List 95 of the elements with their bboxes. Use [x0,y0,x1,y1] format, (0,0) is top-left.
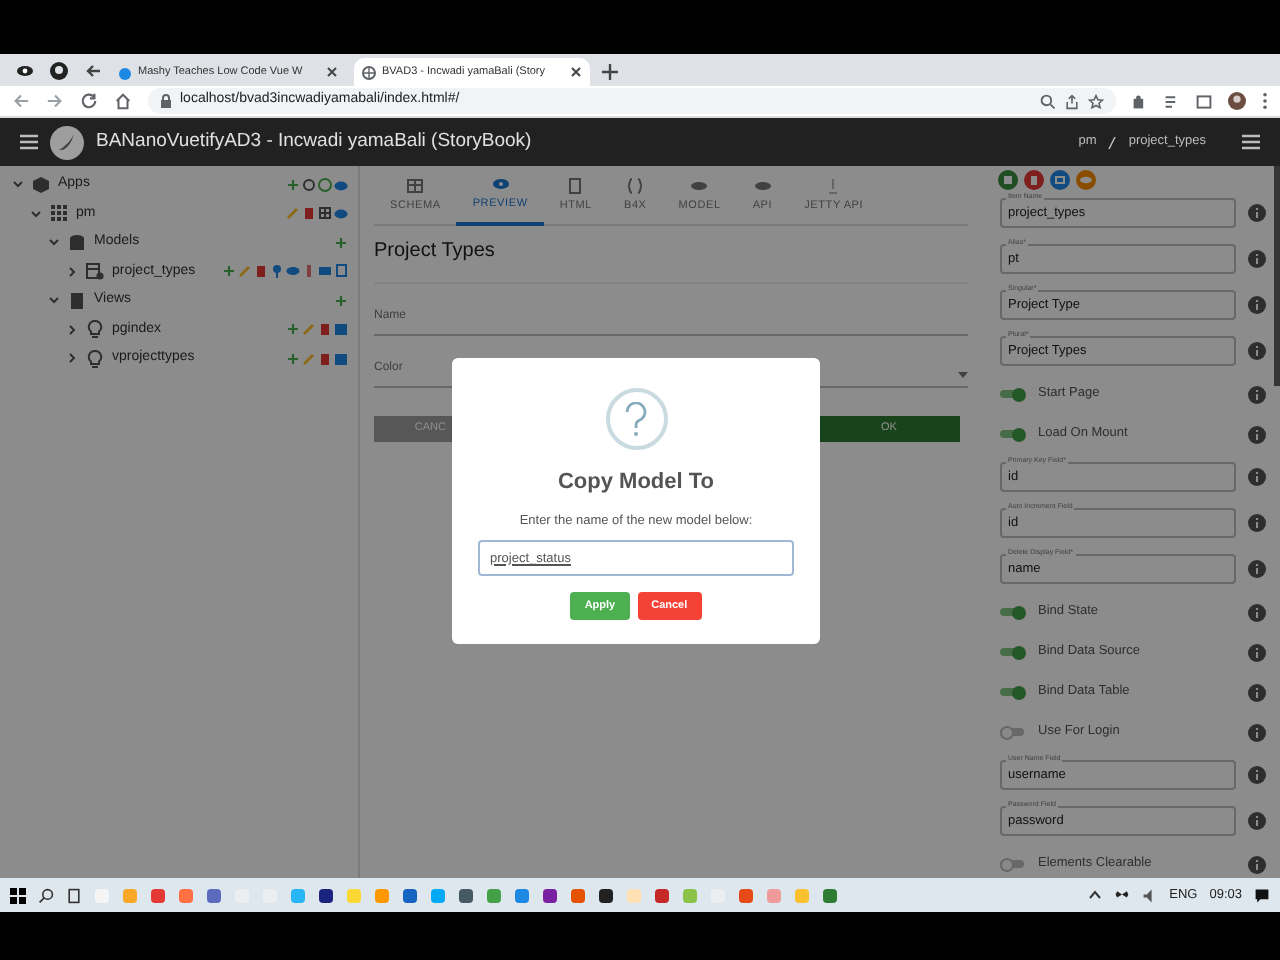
toggle-switch[interactable] [1000,857,1026,871]
more-icon[interactable] [1262,92,1268,110]
add-icon[interactable] [334,235,348,250]
forward-icon[interactable] [46,92,64,110]
notification-icon[interactable] [1254,887,1270,903]
lock-icon [160,94,172,108]
dropbox-icon[interactable] [1113,887,1130,903]
braces-icon [626,177,645,194]
toggle-switch[interactable] [1000,685,1026,699]
info-icon[interactable] [1248,603,1266,621]
trash-icon[interactable] [302,206,316,221]
add-icon[interactable] [286,351,300,366]
info-icon[interactable] [1248,683,1266,701]
playlist-icon[interactable] [1164,93,1180,109]
toggle-switch[interactable] [1000,605,1026,619]
dropdown-icon [958,372,968,378]
app-title: BANanoVuetifyAD3 - Incwadi yamaBali (StoryBook) [96,127,532,156]
chevron-icon[interactable] [12,178,24,191]
toggle-switch[interactable] [1000,427,1026,441]
grid-icon[interactable] [318,206,332,221]
disc-icon [690,177,709,194]
info-icon[interactable] [1248,855,1266,873]
info-icon[interactable] [1248,342,1266,360]
window-icon[interactable] [1050,170,1070,190]
info-icon[interactable] [1248,723,1266,741]
scrollbar[interactable] [1274,166,1280,386]
info-icon[interactable] [1248,250,1266,268]
add-icon[interactable] [286,322,300,337]
chevron-icon[interactable] [30,207,42,220]
star-icon[interactable] [1088,93,1104,109]
slash-icon [1108,135,1117,149]
info-icon[interactable] [1248,812,1266,830]
chevron-icon[interactable] [48,236,60,249]
copy-icon[interactable] [334,264,348,279]
task-view-icon[interactable] [66,887,82,903]
drop-icon [118,65,132,79]
info-icon[interactable] [1248,296,1266,314]
chevron-up-icon[interactable] [1087,890,1102,900]
cube-icon [32,175,50,194]
delete-icon[interactable] [1024,170,1044,190]
chevron-icon[interactable] [66,265,78,278]
bar-icon[interactable] [302,264,316,279]
grid-icon [50,204,68,223]
info-icon[interactable] [1248,385,1266,403]
card-icon[interactable] [318,264,332,279]
toggle-switch[interactable] [1000,645,1026,659]
question-icon [605,388,667,450]
info-icon[interactable] [1248,560,1266,578]
info-icon[interactable] [1248,204,1266,222]
sync-icon[interactable] [302,177,316,192]
help-icon[interactable] [318,177,332,192]
disc-icon [753,177,772,194]
windows-icon[interactable] [10,887,26,903]
info-icon[interactable] [1248,643,1266,661]
back-icon[interactable] [12,92,30,110]
file-icon [566,177,585,194]
speaker-icon[interactable] [1141,887,1158,903]
form-title: Project Types [374,238,497,266]
home-icon[interactable] [114,92,132,110]
chevron-icon[interactable] [66,352,78,365]
add-icon[interactable] [222,264,236,279]
info-icon[interactable] [1248,766,1266,784]
table-icon [406,177,425,194]
search-icon[interactable] [38,887,54,903]
reload-icon[interactable] [80,92,98,110]
table-icon [86,262,104,281]
line-icon [824,177,843,194]
close-icon[interactable] [326,66,338,78]
toggle-switch[interactable] [1000,387,1026,401]
add-icon[interactable] [334,293,348,308]
share-icon[interactable] [1064,93,1080,109]
info-icon[interactable] [1248,468,1266,486]
add-icon[interactable] [286,177,300,192]
save-icon[interactable] [998,170,1018,190]
dialog-title: Copy Model To [557,468,714,498]
info-icon[interactable] [1248,425,1266,443]
close-icon[interactable] [570,66,582,78]
github-icon[interactable] [50,62,68,80]
toggle-switch[interactable] [1000,725,1026,739]
info-icon[interactable] [1248,514,1266,532]
database-icon [68,233,86,252]
new-tab-icon[interactable] [602,64,618,80]
chevron-icon[interactable] [66,323,78,336]
zoom-icon[interactable] [1040,93,1056,109]
window-icon[interactable] [1196,93,1212,109]
trash-icon[interactable] [254,264,268,279]
logo-icon [50,125,84,159]
menu-icon[interactable] [1242,134,1260,150]
globe-icon [362,65,376,79]
puzzle-icon[interactable] [1132,93,1148,109]
menu-icon[interactable] [20,134,38,150]
avatar-icon[interactable] [1228,92,1246,110]
chevron-icon[interactable] [48,294,60,307]
back-arrow-icon[interactable] [84,62,102,80]
book-icon [68,291,86,310]
